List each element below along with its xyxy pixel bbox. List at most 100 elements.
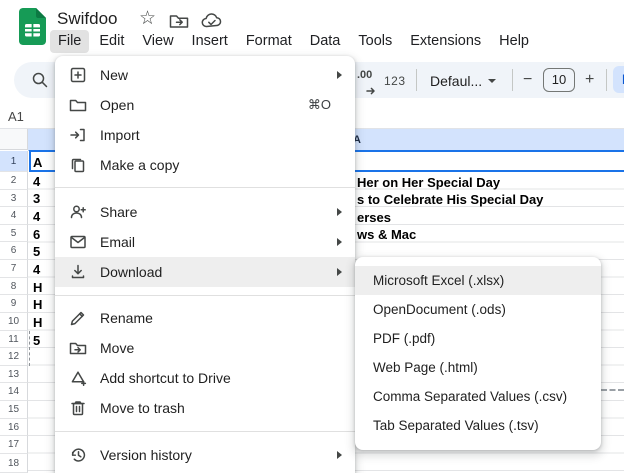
number-format-button[interactable]: 123: [384, 74, 406, 88]
bold-button[interactable]: B: [613, 66, 624, 93]
menu-divider: [55, 295, 355, 296]
row-header[interactable]: 11: [0, 331, 28, 348]
row-header[interactable]: 18: [0, 454, 28, 473]
row-header[interactable]: 15: [0, 401, 28, 419]
submenu-item-xlsx[interactable]: Microsoft Excel (.xlsx): [355, 266, 601, 295]
row-header[interactable]: 10: [0, 313, 28, 331]
cell-text-row3[interactable]: s to Celebrate His Special Day: [357, 191, 543, 208]
row-header[interactable]: 1: [0, 151, 28, 172]
history-icon: [69, 446, 87, 464]
row-header[interactable]: 7: [0, 260, 28, 278]
menu-extensions[interactable]: Extensions: [402, 30, 489, 53]
google-sheets-window: Swifdoo ☆ File Edit View Insert Format D…: [0, 0, 624, 473]
dashed-selection-fragment: [29, 331, 30, 366]
drive-add-icon: [69, 369, 87, 387]
row-header[interactable]: 16: [0, 419, 28, 436]
increase-font-size-button[interactable]: +: [585, 71, 594, 89]
search-icon[interactable]: [31, 71, 49, 94]
submenu-item-pdf[interactable]: PDF (.pdf): [355, 324, 601, 353]
cell-a5[interactable]: 6: [33, 226, 40, 243]
menu-item-new[interactable]: New: [55, 60, 355, 90]
cell-text-row5[interactable]: ws & Mac: [357, 226, 416, 243]
cell-a2[interactable]: 4: [33, 173, 40, 190]
menu-format[interactable]: Format: [238, 30, 300, 53]
cell-a11[interactable]: 5: [33, 332, 40, 349]
submenu-arrow-icon: [337, 268, 342, 276]
menu-insert[interactable]: Insert: [184, 30, 236, 53]
row-header[interactable]: 8: [0, 278, 28, 295]
dashed-selection-fragment: [601, 389, 624, 391]
menu-item-import[interactable]: Import: [55, 120, 355, 150]
sheets-logo-icon[interactable]: [19, 8, 46, 50]
increase-decimal-button[interactable]: .00: [357, 69, 372, 81]
menu-item-open[interactable]: Open ⌘O: [55, 90, 355, 120]
row-header[interactable]: 6: [0, 242, 28, 260]
submenu-arrow-icon: [337, 238, 342, 246]
menubar: File Edit View Insert Format Data Tools …: [50, 30, 537, 53]
row-header[interactable]: 9: [0, 295, 28, 313]
cell-a3[interactable]: 3: [33, 190, 40, 207]
cell-a10[interactable]: H: [33, 314, 42, 331]
menu-item-rename[interactable]: Rename: [55, 303, 355, 333]
envelope-icon: [69, 233, 87, 251]
menu-item-share[interactable]: Share: [55, 197, 355, 227]
submenu-arrow-icon: [337, 451, 342, 459]
trash-icon: [69, 399, 87, 417]
cell-text-row2[interactable]: Her on Her Special Day: [357, 174, 500, 191]
menu-divider: [55, 431, 355, 432]
menu-edit[interactable]: Edit: [91, 30, 132, 53]
row-header[interactable]: 14: [0, 383, 28, 401]
submenu-item-ods[interactable]: OpenDocument (.ods): [355, 295, 601, 324]
font-selector[interactable]: Defaul...: [430, 73, 482, 89]
row-header[interactable]: 13: [0, 366, 28, 383]
cell-a6[interactable]: 5: [33, 243, 40, 260]
menu-item-move[interactable]: Move: [55, 333, 355, 363]
row-header[interactable]: 17: [0, 436, 28, 454]
select-all-corner[interactable]: [0, 129, 28, 150]
menu-divider: [55, 187, 355, 188]
chevron-down-icon[interactable]: [488, 79, 496, 83]
menu-data[interactable]: Data: [302, 30, 349, 53]
cell-a9[interactable]: H: [33, 296, 42, 313]
menu-item-make-a-copy[interactable]: Make a copy: [55, 150, 355, 180]
row-header[interactable]: 12: [0, 348, 28, 366]
row-header[interactable]: 5: [0, 225, 28, 242]
folder-icon: [69, 96, 87, 114]
decrease-font-size-button[interactable]: −: [523, 71, 532, 89]
cell-text-row4[interactable]: erses: [357, 209, 391, 226]
folder-move-icon: [69, 339, 87, 357]
pencil-icon: [69, 309, 87, 327]
document-title[interactable]: Swifdoo: [57, 9, 117, 29]
menu-item-version-history[interactable]: Version history: [55, 440, 355, 470]
person-add-icon: [69, 203, 87, 221]
toolbar-divider: [606, 69, 607, 91]
row-header[interactable]: 2: [0, 172, 28, 190]
cell-a8[interactable]: H: [33, 279, 42, 296]
star-icon[interactable]: ☆: [139, 9, 156, 28]
copy-icon: [69, 156, 87, 174]
shortcut-label: ⌘O: [307, 97, 331, 112]
file-menu: New Open ⌘O Import Make a copy Share Ema…: [55, 56, 355, 473]
plus-box-icon: [69, 66, 87, 84]
submenu-item-html[interactable]: Web Page (.html): [355, 353, 601, 382]
menu-view[interactable]: View: [134, 30, 181, 53]
menu-item-add-shortcut-to-drive[interactable]: Add shortcut to Drive: [55, 363, 355, 393]
cell-a4[interactable]: 4: [33, 208, 40, 225]
row-header[interactable]: 4: [0, 207, 28, 225]
import-icon: [69, 126, 87, 144]
submenu-item-tsv[interactable]: Tab Separated Values (.tsv): [355, 411, 601, 440]
menu-file[interactable]: File: [50, 30, 90, 53]
cell-a1[interactable]: A: [33, 154, 42, 171]
toolbar-divider: [512, 69, 513, 91]
menu-help[interactable]: Help: [491, 30, 537, 53]
menu-item-email[interactable]: Email: [55, 227, 355, 257]
menu-item-move-to-trash[interactable]: Move to trash: [55, 393, 355, 423]
submenu-item-csv[interactable]: Comma Separated Values (.csv): [355, 382, 601, 411]
menu-item-download[interactable]: Download: [55, 257, 355, 287]
name-box[interactable]: A1: [8, 109, 24, 124]
menu-tools[interactable]: Tools: [350, 30, 400, 53]
submenu-arrow-icon: [337, 208, 342, 216]
row-header[interactable]: 3: [0, 190, 28, 207]
cell-a7[interactable]: 4: [33, 261, 40, 278]
font-size-input[interactable]: 10: [543, 68, 575, 92]
